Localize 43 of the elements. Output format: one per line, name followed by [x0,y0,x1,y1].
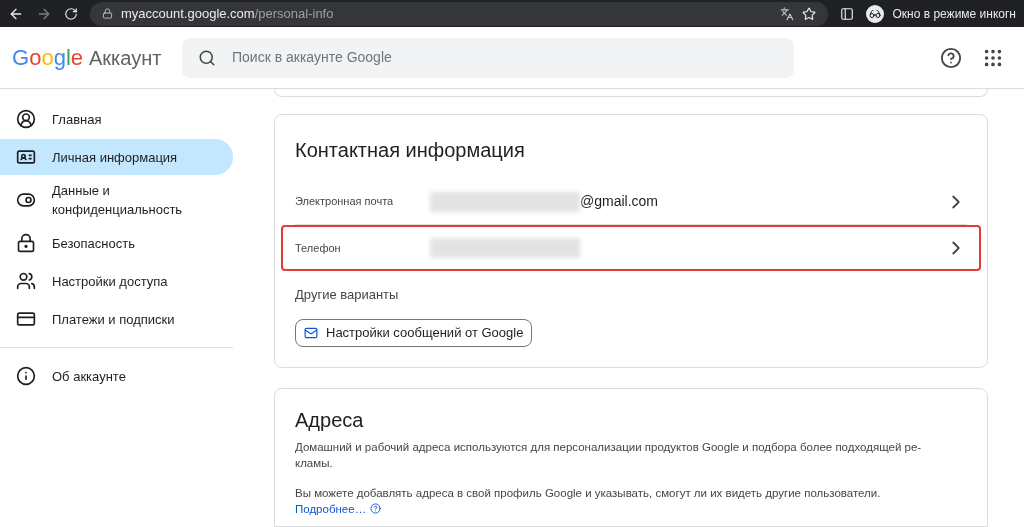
help-icon[interactable] [370,503,382,514]
email-suffix: @gmail.com [580,192,658,211]
sidebar-item[interactable]: Личная информация [0,139,233,175]
card-title: Адреса [295,407,365,433]
lock-icon [102,8,113,19]
learn-more-link[interactable]: Подробнее… [295,500,382,517]
card-title: Контактная информация [295,138,526,163]
card-description: Домашний и рабочий адреса используются для персонализации продуктов Google и подбора более подходящей ре- кламы. [295,439,923,471]
reload-icon[interactable] [64,6,78,21]
mail-icon [304,325,318,340]
help-icon[interactable] [940,46,962,69]
google-logo[interactable]: Google [12,46,83,69]
sidebar-item[interactable]: Настройки доступа [0,263,233,299]
id-card-icon [16,147,36,167]
padlock-icon [16,233,36,253]
search-input[interactable]: Поиск в аккаунте Google [232,47,778,68]
search-field[interactable]: Поиск в аккаунте Google [182,37,794,78]
row-label: Электронная почта [295,194,395,210]
translate-icon[interactable] [780,6,795,21]
profile-label[interactable]: Окно в режиме инкогн [892,4,1016,23]
star-icon[interactable] [802,6,817,21]
contact-row[interactable]: Электронная почта @gmail.com [295,179,967,225]
url-text: myaccount.google.com/personal-info [121,4,334,23]
card-description: Вы можете добавлять адреса в свой профиль Google и указывать, смогут ли их видеть другие пользователи. Подробнее… [295,485,882,517]
side-panel-icon[interactable] [840,6,855,21]
contact-row[interactable]: Телефон [281,225,981,271]
info-icon [16,366,36,386]
credit-card-icon [16,309,36,329]
sidebar-item[interactable]: Главная [0,101,233,137]
sidebar-item[interactable]: Данные и конфиденциальность [0,177,233,223]
toggle-icon [16,190,36,210]
message-settings-button[interactable]: Настройки сообщений от Google [295,318,533,347]
people-icon [16,271,36,291]
sidebar-item[interactable]: Об аккаунте [0,358,233,394]
product-name: Аккаунт [89,47,162,68]
search-icon [198,48,216,67]
row-label: Телефон [295,240,342,256]
other-options-label: Другие варианты [295,286,400,304]
incognito-icon [866,4,885,23]
address-bar[interactable]: myaccount.google.com/personal-info [90,1,829,26]
sidebar-item[interactable]: Безопасность [0,225,233,261]
sidebar-item[interactable]: Платежи и подписки [0,301,233,337]
user-circle-icon [16,109,36,129]
